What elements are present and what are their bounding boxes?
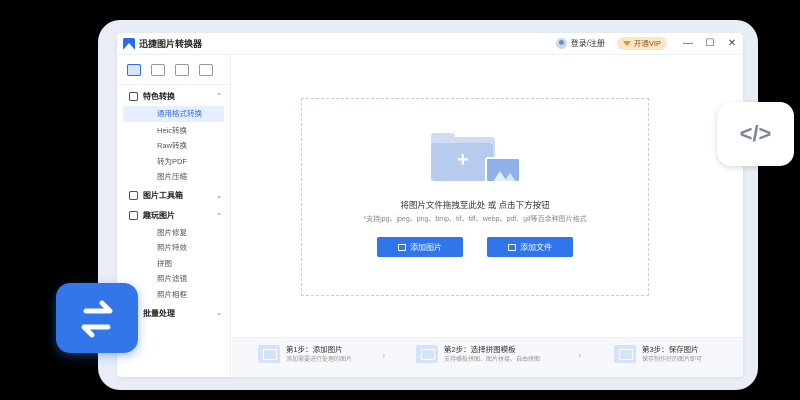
- group-label: 趣玩图片: [143, 211, 175, 220]
- step-save-icon: [614, 345, 636, 363]
- minimize-button[interactable]: —: [677, 33, 699, 55]
- app-title: 迅捷图片转换器: [139, 39, 203, 49]
- swap-arrows-icon: [81, 300, 113, 338]
- chevron-up-icon: ⌃: [216, 212, 222, 220]
- sidebar-item-repair[interactable]: 图片修复: [117, 225, 230, 241]
- add-file-button[interactable]: 添加文件: [487, 237, 573, 257]
- toolbox-icon: [129, 191, 138, 200]
- step-title: 第3步：保存图片: [642, 345, 699, 354]
- drop-zone[interactable]: + 将图片文件拖拽至此处 或 点击下方按钮 *支持jpg、jpeg、png、bm…: [301, 98, 649, 296]
- diamond-icon: [622, 41, 631, 46]
- promo-stage: 迅捷图片转换器 登录/注册 开通VIP — ☐ ✕ 特色转换 ⌃ 通用格式转换 …: [0, 0, 800, 400]
- login-label: 登录/注册: [570, 39, 605, 48]
- step-3: 第3步：保存图片 保存制作好的图片即可: [614, 345, 702, 365]
- sidebar-item-heic[interactable]: Heic转换: [117, 123, 230, 139]
- chevron-right-icon: ›: [382, 350, 386, 361]
- vip-button[interactable]: 开通VIP: [616, 37, 667, 50]
- chevron-down-icon: ⌄: [216, 310, 222, 317]
- step-1: 第1步：添加图片 添加需要进行处理的图片: [258, 345, 352, 365]
- add-image-button[interactable]: 添加图片: [377, 237, 463, 257]
- image-tab-icon[interactable]: [175, 63, 189, 76]
- file-plus-icon: [508, 243, 516, 251]
- title-bar: 迅捷图片转换器 登录/注册 开通VIP — ☐ ✕: [117, 33, 743, 55]
- step-title: 第1步：添加图片: [286, 345, 343, 354]
- code-badge: </>: [717, 102, 794, 166]
- step-desc: 支持横板拼图、图片拼接、自由拼图: [444, 357, 541, 363]
- folder-icon: +: [431, 133, 521, 189]
- batch-tab-icon[interactable]: [199, 63, 213, 76]
- step-2: 第2步：选择拼图模板 支持横板拼图、图片拼接、自由拼图: [416, 345, 540, 365]
- login-button[interactable]: 登录/注册: [555, 38, 605, 49]
- sidebar-group-special-convert[interactable]: 特色转换 ⌃: [117, 87, 230, 105]
- sidebar-item-raw[interactable]: Raw转换: [117, 138, 230, 154]
- maximize-button[interactable]: ☐: [699, 33, 721, 55]
- vip-label: 开通VIP: [633, 39, 661, 48]
- app-window: 迅捷图片转换器 登录/注册 开通VIP — ☐ ✕ 特色转换 ⌃ 通用格式转换 …: [117, 33, 743, 377]
- sidebar-item-general-convert[interactable]: 通用格式转换: [123, 106, 224, 122]
- toolbox-tab-icon[interactable]: [151, 63, 165, 76]
- sidebar-tab-row: [117, 55, 230, 85]
- convert-icon: [129, 91, 138, 101]
- image-icon: [398, 243, 406, 251]
- step-title: 第2步：选择拼图模板: [444, 345, 516, 354]
- image-icon: [129, 211, 138, 220]
- sidebar-group-fun-images[interactable]: 趣玩图片 ⌃: [117, 207, 230, 225]
- group-label: 特色转换: [143, 91, 175, 101]
- app-logo-icon: [123, 37, 135, 50]
- convert-tab-icon[interactable]: [127, 63, 141, 76]
- chevron-down-icon: ⌄: [216, 192, 222, 200]
- add-image-label: 添加图片: [410, 242, 442, 252]
- step-desc: 添加需要进行处理的图片: [286, 357, 353, 363]
- sidebar-group-toolbox[interactable]: 图片工具箱 ⌄: [117, 187, 230, 205]
- chevron-right-icon: ›: [578, 350, 582, 361]
- sidebar-item-compress[interactable]: 图片压缩: [117, 169, 230, 185]
- sidebar-item-to-pdf[interactable]: 转为PDF: [117, 154, 230, 170]
- step-image-icon: [258, 345, 280, 363]
- group-label: 图片工具箱: [143, 191, 183, 200]
- picture-icon: [485, 157, 521, 183]
- sidebar-item-effects[interactable]: 照片特效: [117, 240, 230, 256]
- step-desc: 保存制作好的图片即可: [642, 357, 703, 363]
- chevron-up-icon: ⌃: [216, 93, 222, 100]
- add-file-label: 添加文件: [520, 242, 552, 252]
- avatar-icon: [555, 38, 567, 49]
- format-hint: *支持jpg、jpeg、png、bmp、tif、tiff、webp、pdf、gi…: [363, 216, 587, 223]
- main-panel: + 将图片文件拖拽至此处 或 点击下方按钮 *支持jpg、jpeg、png、bm…: [232, 55, 743, 377]
- sidebar-item-collage[interactable]: 拼图: [117, 256, 230, 272]
- drop-title: 将图片文件拖拽至此处 或 点击下方按钮: [400, 200, 550, 210]
- group-label: 批量处理: [143, 308, 175, 318]
- close-button[interactable]: ✕: [721, 33, 743, 55]
- steps-bar: 第1步：添加图片 添加需要进行处理的图片 › 第2步：选择拼图模板 支持横板拼图…: [232, 337, 743, 377]
- swap-badge: [56, 283, 138, 353]
- step-template-icon: [416, 345, 438, 363]
